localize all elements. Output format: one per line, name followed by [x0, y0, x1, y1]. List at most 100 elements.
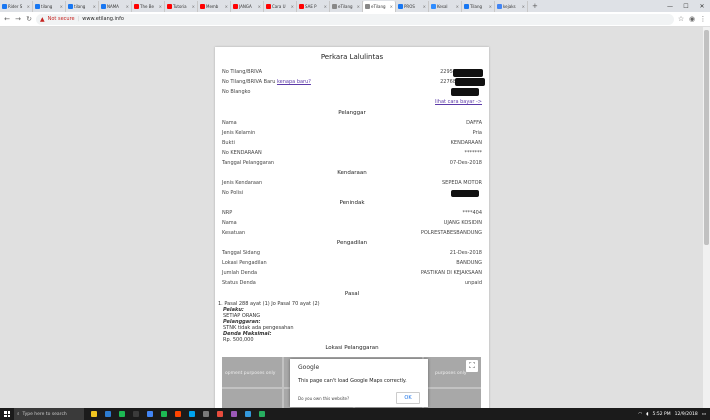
address-bar[interactable]: ▲ Not secure | www.etilang.info: [36, 13, 674, 25]
row-value: KENDARAAN: [450, 140, 482, 146]
close-tab-icon[interactable]: ×: [357, 4, 360, 9]
taskbar-app-icon[interactable]: [130, 408, 142, 420]
browser-tab[interactable]: eTilang ×: [363, 1, 396, 12]
close-tab-icon[interactable]: ×: [423, 4, 426, 9]
tab-label: PROS: [404, 4, 415, 9]
row-label: Lokasi Pengadilan: [222, 260, 267, 266]
close-tab-icon[interactable]: ×: [192, 4, 195, 9]
row-value: Pria: [472, 130, 482, 136]
page-scrollbar[interactable]: [703, 27, 710, 408]
row-label: Bukti: [222, 140, 235, 146]
close-tab-icon[interactable]: ×: [324, 4, 327, 9]
forward-button[interactable]: →: [14, 15, 22, 23]
app-glyph: [231, 411, 237, 417]
taskbar-app-icon[interactable]: [242, 408, 254, 420]
bookmark-star-icon[interactable]: ☆: [677, 15, 685, 23]
close-tab-icon[interactable]: ×: [225, 4, 228, 9]
taskbar-apps: [84, 408, 268, 420]
browser-tab[interactable]: The Be ×: [132, 1, 165, 12]
notification-icon[interactable]: ▭: [702, 412, 706, 417]
dev-watermark: purposes only: [435, 371, 467, 376]
taskbar-app-icon[interactable]: [116, 408, 128, 420]
taskbar-app-icon[interactable]: [158, 408, 170, 420]
close-tab-icon[interactable]: ×: [258, 4, 261, 9]
clock-date[interactable]: 12/9/2018: [675, 412, 698, 417]
scrollbar-thumb[interactable]: [704, 30, 709, 245]
clock-time[interactable]: 5:52 PM: [653, 412, 671, 417]
taskbar-app-icon[interactable]: [186, 408, 198, 420]
close-tab-icon[interactable]: ×: [126, 4, 129, 9]
back-button[interactable]: ←: [3, 15, 11, 23]
new-tab-button[interactable]: +: [528, 1, 542, 12]
not-secure-label[interactable]: Not secure: [48, 16, 75, 22]
close-tab-icon[interactable]: ×: [27, 4, 30, 9]
app-glyph: [161, 411, 167, 417]
app-glyph: [91, 411, 97, 417]
close-window-button[interactable]: ✕: [694, 1, 710, 12]
browser-tab[interactable]: JANGA ×: [231, 1, 264, 12]
browser-tab[interactable]: Tilang ×: [462, 1, 495, 12]
taskbar-app-icon[interactable]: [88, 408, 100, 420]
row-value: *******: [464, 150, 483, 156]
favicon-icon: [398, 4, 403, 9]
row-label-wrap: No Tilang/BRIVA Baru kenapa baru?: [222, 78, 311, 87]
menu-icon[interactable]: ⋮: [699, 15, 707, 23]
start-button[interactable]: [0, 408, 14, 420]
browser-tab[interactable]: eTilang ×: [330, 1, 363, 12]
row-label: Jumlah Denda: [222, 270, 258, 276]
url-text[interactable]: www.etilang.info: [82, 16, 124, 22]
reload-button[interactable]: ↻: [25, 15, 33, 23]
browser-tab[interactable]: Memb ×: [198, 1, 231, 12]
taskbar-app-icon[interactable]: [214, 408, 226, 420]
why-new-link[interactable]: kenapa baru?: [277, 79, 311, 85]
taskbar-app-icon[interactable]: [256, 408, 268, 420]
browser-tab[interactable]: Cara U ×: [264, 1, 297, 12]
taskbar-app-icon[interactable]: [172, 408, 184, 420]
row-label: Nama: [222, 220, 237, 226]
google-brand: Google: [298, 364, 320, 371]
ok-button[interactable]: OK: [396, 392, 420, 404]
browser-tab[interactable]: Rider S ×: [0, 1, 33, 12]
close-tab-icon[interactable]: ×: [456, 4, 459, 9]
section-title: Lokasi Pelanggaran: [325, 345, 379, 351]
favicon-icon: [2, 4, 7, 9]
redaction-mark: [451, 190, 479, 197]
map-road: [282, 357, 284, 408]
browser-tab[interactable]: Tutoria ×: [165, 1, 198, 12]
taskbar-app-icon[interactable]: [200, 408, 212, 420]
maximize-button[interactable]: ☐: [678, 1, 694, 12]
taskbar-search[interactable]: ⌕ Type here to search: [14, 408, 84, 420]
own-website-link[interactable]: Do you own this website?: [298, 396, 349, 401]
map-embed[interactable]: opment purposes only purposes only ⛶ Goo…: [222, 357, 481, 408]
favicon-icon: [134, 4, 139, 9]
browser-tab[interactable]: NAMA ×: [99, 1, 132, 12]
close-tab-icon[interactable]: ×: [522, 4, 525, 9]
browser-tab[interactable]: PROS ×: [396, 1, 429, 12]
info-row: Nama UJANG KOSIDIN: [222, 219, 482, 228]
minimize-button[interactable]: —: [662, 1, 678, 12]
taskbar-app-icon[interactable]: [228, 408, 240, 420]
browser-tab[interactable]: tilang ×: [66, 1, 99, 12]
browser-tab[interactable]: kejaks ×: [495, 1, 528, 12]
favicon-icon: [35, 4, 40, 9]
wifi-icon[interactable]: ◠: [638, 412, 642, 417]
section-title: Penindak: [339, 200, 365, 206]
how-to-pay-link[interactable]: lihat cara bayar ->: [435, 98, 482, 107]
close-tab-icon[interactable]: ×: [390, 4, 393, 9]
fullscreen-icon[interactable]: ⛶: [466, 360, 478, 372]
browser-tab[interactable]: tilang ×: [33, 1, 66, 12]
warning-icon[interactable]: ▲: [40, 16, 45, 23]
close-tab-icon[interactable]: ×: [159, 4, 162, 9]
taskbar-app-icon[interactable]: [144, 408, 156, 420]
volume-icon[interactable]: ◖: [646, 412, 648, 417]
close-tab-icon[interactable]: ×: [60, 4, 63, 9]
browser-tab[interactable]: SAE P ×: [297, 1, 330, 12]
close-tab-icon[interactable]: ×: [93, 4, 96, 9]
row-value: PASTIKAN DI KEJAKSAAN: [420, 270, 482, 276]
close-tab-icon[interactable]: ×: [291, 4, 294, 9]
browser-tab[interactable]: Kesal ×: [429, 1, 462, 12]
close-tab-icon[interactable]: ×: [489, 4, 492, 9]
profile-icon[interactable]: ◉: [688, 15, 696, 23]
row-value: SEPEDA MOTOR: [442, 180, 482, 186]
taskbar-app-icon[interactable]: [102, 408, 114, 420]
